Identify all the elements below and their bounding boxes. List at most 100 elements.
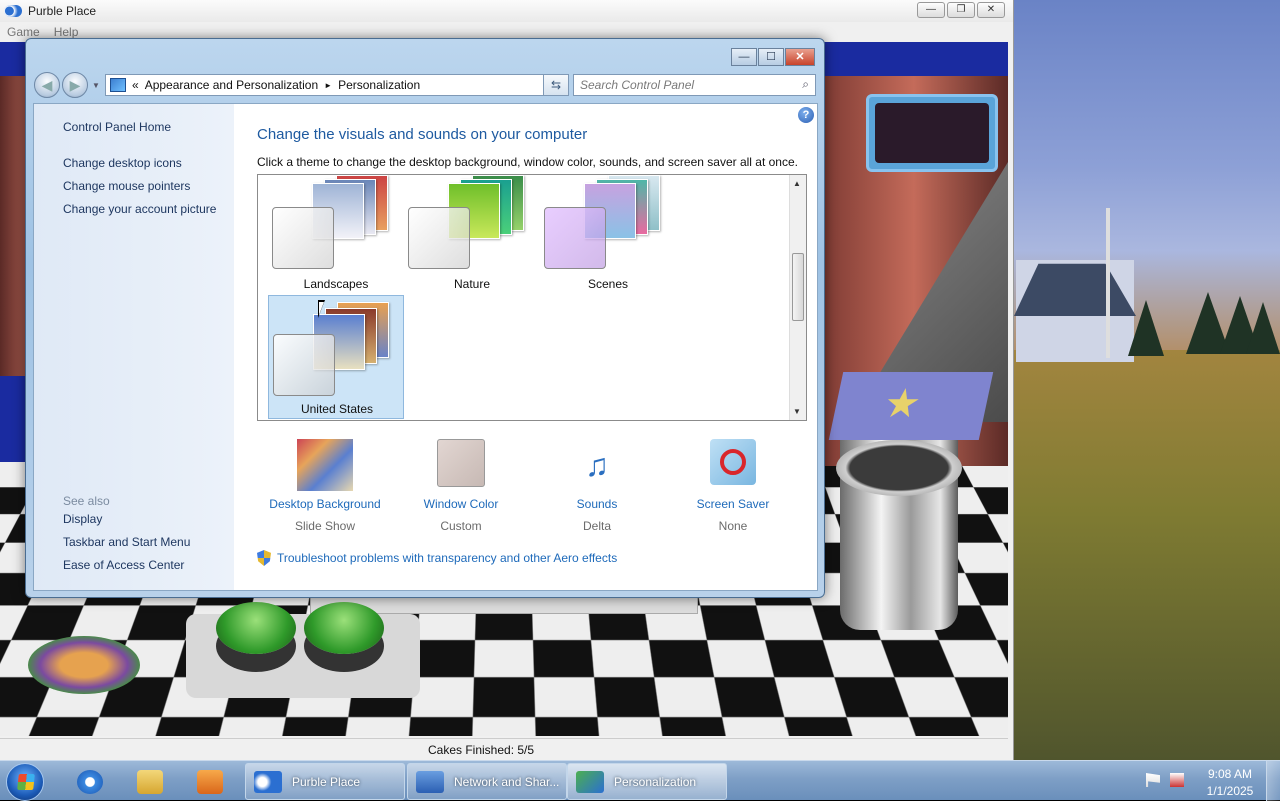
breadcrumb-appearance[interactable]: Appearance and Personalization	[145, 78, 318, 92]
internet-explorer-icon[interactable]	[64, 764, 116, 800]
troubleshoot-label[interactable]: Troubleshoot problems with transparency …	[277, 551, 617, 565]
taskbar-network-sharing[interactable]: Network and Shar...	[407, 763, 567, 800]
page-subtitle: Click a theme to change the desktop back…	[257, 155, 798, 169]
minimize-button[interactable]: —	[917, 2, 945, 18]
page-title: Change the visuals and sounds on your co…	[257, 126, 588, 143]
help-icon[interactable]: ?	[798, 107, 814, 123]
personalization-window: — ☐ ✕ ◀ ▶ ▼ « Appearance and Personaliza…	[25, 38, 825, 598]
nav-buttons: ◀ ▶ ▼	[34, 72, 100, 98]
game-back-button[interactable]	[216, 602, 296, 654]
start-button[interactable]	[6, 763, 44, 801]
clock-time: 9:08 AM	[1207, 767, 1253, 781]
clock[interactable]: 9:08 AM 1/1/2025	[1198, 766, 1262, 800]
cp-content: Control Panel Home Change desktop icons …	[33, 103, 818, 591]
network-status-icon[interactable]	[1170, 773, 1184, 787]
desktop-background-icon	[297, 439, 353, 491]
purble-window-title: Purble Place	[28, 4, 97, 18]
cp-close-button[interactable]: ✕	[785, 48, 815, 66]
window-color-icon	[437, 439, 485, 487]
task-label: Network and Shar...	[454, 774, 560, 789]
purble-title-bar[interactable]: Purble Place	[0, 0, 1013, 22]
forward-button[interactable]: ▶	[62, 72, 88, 98]
mouse-cursor-icon	[318, 300, 332, 318]
action-center-flag-icon[interactable]	[1146, 773, 1160, 787]
option-label[interactable]: Desktop Background	[257, 497, 393, 511]
game-star-tile: ★	[828, 372, 994, 440]
option-value: Custom	[440, 519, 482, 533]
option-label[interactable]: Sounds	[529, 497, 665, 511]
show-desktop-button[interactable]	[1266, 761, 1280, 801]
display-link[interactable]: Display	[63, 512, 102, 526]
theme-name: Scenes	[587, 277, 629, 291]
search-placeholder: Search Control Panel	[580, 78, 695, 92]
purble-app-icon	[4, 5, 22, 17]
wallpaper-field	[1014, 350, 1280, 760]
theme-united-states[interactable]: United States	[268, 295, 404, 419]
theme-list-scrollbar[interactable]: ▲ ▼	[789, 175, 806, 420]
window-color-option[interactable]: Window Color Custom	[393, 439, 529, 533]
address-bar[interactable]: « Appearance and Personalization ► Perso…	[105, 74, 567, 96]
windows-explorer-icon[interactable]	[124, 764, 176, 800]
shield-icon	[257, 550, 271, 566]
taskbar: Purble Place Network and Shar... Persona…	[0, 760, 1280, 801]
breadcrumb-personalization[interactable]: Personalization	[338, 78, 420, 92]
game-trash-can-rim	[836, 440, 962, 496]
desktop-background-option[interactable]: Desktop Background Slide Show	[257, 439, 393, 533]
media-player-icon[interactable]	[184, 764, 236, 800]
back-button[interactable]: ◀	[34, 72, 60, 98]
purble-place-logo[interactable]	[28, 636, 140, 694]
taskbar-start-menu-link[interactable]: Taskbar and Start Menu	[63, 535, 190, 549]
cakes-finished-status: Cakes Finished: 5/5	[428, 743, 535, 757]
restore-button[interactable]: ❐	[947, 2, 975, 18]
troubleshoot-link[interactable]: Troubleshoot problems with transparency …	[257, 550, 617, 566]
taskbar-purble-place[interactable]: Purble Place	[245, 763, 405, 800]
screen-saver-option[interactable]: Screen Saver None	[665, 439, 801, 533]
scroll-thumb[interactable]	[792, 253, 804, 321]
ease-of-access-link[interactable]: Ease of Access Center	[63, 558, 184, 572]
game-order-screen	[866, 94, 998, 172]
wallpaper-tree	[1246, 302, 1280, 354]
wallpaper-flagpole	[1106, 208, 1110, 358]
theme-landscapes[interactable]: Landscapes	[268, 175, 404, 299]
cp-minimize-button[interactable]: —	[731, 48, 757, 66]
change-desktop-icons-link[interactable]: Change desktop icons	[63, 156, 182, 170]
option-label[interactable]: Window Color	[393, 497, 529, 511]
search-input[interactable]: Search Control Panel ⌕	[573, 74, 816, 96]
theme-nature[interactable]: Nature	[404, 175, 540, 299]
menu-game[interactable]: Game	[7, 25, 40, 39]
theme-name: United States	[300, 402, 374, 416]
game-forward-button[interactable]	[304, 602, 384, 654]
change-mouse-pointers-link[interactable]: Change mouse pointers	[63, 179, 190, 193]
control-panel-icon	[110, 78, 126, 92]
menu-help[interactable]: Help	[54, 25, 79, 39]
option-label[interactable]: Screen Saver	[665, 497, 801, 511]
task-pane: Control Panel Home Change desktop icons …	[34, 104, 234, 590]
game-left-wall	[0, 76, 28, 376]
purble-place-icon	[254, 770, 282, 793]
close-button[interactable]: ✕	[977, 2, 1005, 18]
scroll-down-icon[interactable]: ▼	[793, 407, 801, 416]
breadcrumb-separator[interactable]: ►	[324, 81, 332, 90]
sounds-option[interactable]: ♫ Sounds Delta	[529, 439, 665, 533]
see-also-label: See also	[63, 494, 110, 508]
main-pane: ? Change the visuals and sounds on your …	[234, 104, 817, 590]
purble-status-bar: Cakes Finished: 5/5	[0, 738, 1008, 760]
sounds-icon: ♫	[585, 447, 609, 483]
search-icon[interactable]: ⌕	[802, 77, 809, 92]
task-label: Personalization	[614, 774, 697, 789]
star-icon: ★	[879, 382, 925, 426]
theme-name: Landscapes	[303, 277, 369, 291]
change-account-picture-link[interactable]: Change your account picture	[63, 202, 216, 216]
scroll-up-icon[interactable]: ▲	[793, 179, 801, 188]
theme-scenes[interactable]: Scenes	[540, 175, 676, 299]
option-value: Slide Show	[294, 519, 356, 533]
cp-maximize-button[interactable]: ☐	[758, 48, 784, 66]
theme-list: Landscapes Nature Scenes United States ▲…	[257, 174, 807, 421]
theme-name: Nature	[453, 277, 491, 291]
refresh-button[interactable]: ⇆	[543, 74, 569, 96]
taskbar-personalization[interactable]: Personalization	[567, 763, 727, 800]
network-icon	[416, 770, 444, 793]
control-panel-home-link[interactable]: Control Panel Home	[63, 120, 171, 134]
breadcrumb-overflow[interactable]: «	[132, 78, 139, 92]
recent-pages-dropdown[interactable]: ▼	[92, 81, 100, 90]
